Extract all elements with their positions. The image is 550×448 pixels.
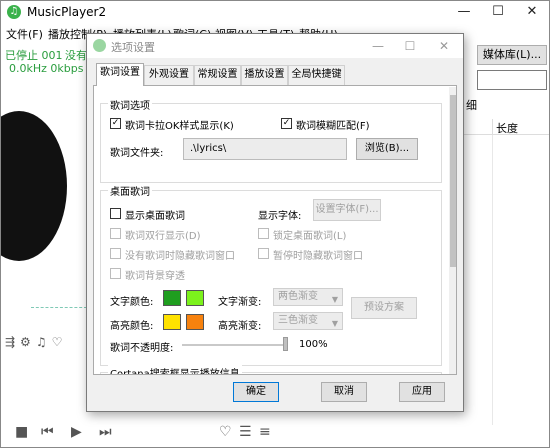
playback-controls: ■ ⏮ ▶ ⏭ ♡ ☰ ≡ <box>1 419 549 447</box>
text-color-2-swatch[interactable] <box>186 290 204 306</box>
play-icon[interactable]: ▶ <box>71 424 82 440</box>
double-line-checkbox[interactable] <box>110 228 121 239</box>
show-desktop-lyrics-checkbox[interactable] <box>110 208 121 219</box>
lyric-options-label: 歌词选项 <box>108 97 152 112</box>
dialog-close-icon[interactable]: ✕ <box>429 35 459 57</box>
list-header-partial: 细 <box>466 99 477 112</box>
maximize-icon[interactable]: ☐ <box>481 1 515 23</box>
opacity-slider-track[interactable] <box>182 344 286 346</box>
text-gradient-select[interactable]: 两色渐变 ▼ <box>273 288 343 306</box>
dialog-maximize-icon[interactable]: ☐ <box>395 35 425 57</box>
album-art <box>1 111 67 261</box>
background-through-label: 歌词背景穿透 <box>125 271 185 282</box>
dialog-title: 选项设置 <box>111 41 155 54</box>
tab-appearance[interactable]: 外观设置 <box>144 65 194 85</box>
playlist[interactable] <box>464 135 549 425</box>
hide-paused-label: 暂停时隐藏歌词窗口 <box>273 251 363 262</box>
previous-icon[interactable]: ⏮ <box>41 424 54 440</box>
set-font-button[interactable]: 设置字体(F)... <box>313 199 381 221</box>
minimize-icon[interactable]: — <box>447 1 481 23</box>
close-icon[interactable]: ✕ <box>515 1 549 23</box>
play-status: 已停止 001 <box>5 49 63 62</box>
text-gradient-label: 文字渐变: <box>218 297 262 308</box>
karaoke-checkbox[interactable]: ✓ <box>110 118 121 129</box>
highlight-gradient-label: 高亮渐变: <box>218 321 262 332</box>
hide-paused-checkbox[interactable] <box>258 248 269 259</box>
stop-icon[interactable]: ■ <box>15 424 28 440</box>
desktop-lyrics-label: 桌面歌词 <box>108 183 152 198</box>
double-line-label: 歌词双行显示(D) <box>125 231 201 242</box>
dialog-app-icon <box>93 39 106 52</box>
lyrics-mode-icon[interactable]: ≡ <box>259 424 271 440</box>
preset-button[interactable]: 预设方案 <box>351 297 417 319</box>
karaoke-label: 歌词卡拉OK样式显示(K) <box>125 121 234 132</box>
next-icon[interactable]: ⏭ <box>99 424 112 440</box>
menu-file[interactable]: 文件(F) <box>6 26 43 42</box>
track-status: 没有 <box>65 49 87 62</box>
apply-button[interactable]: 应用 <box>399 382 445 402</box>
highlight-gradient-select[interactable]: 三色渐变 ▼ <box>273 312 343 330</box>
text-color-1-swatch[interactable] <box>163 290 181 306</box>
opacity-value: 100% <box>299 339 328 350</box>
tab-hotkeys[interactable]: 全局快捷键 <box>288 65 345 85</box>
opacity-slider-thumb[interactable] <box>283 337 288 351</box>
fuzzy-match-label: 歌词模糊匹配(F) <box>296 121 370 132</box>
browse-button[interactable]: 浏览(B)... <box>356 138 418 160</box>
chevron-down-icon: ▼ <box>331 319 338 328</box>
playlist-header: 长度 <box>464 117 549 136</box>
text-color-label: 文字颜色: <box>110 297 154 308</box>
length-column-header[interactable]: 长度 <box>496 120 518 136</box>
cancel-button[interactable]: 取消 <box>321 382 367 402</box>
lyric-folder-input[interactable]: .\lyrics\ <box>183 138 347 160</box>
dialog-minimize-icon[interactable]: — <box>363 35 393 57</box>
opacity-label: 歌词不透明度: <box>110 343 174 354</box>
lock-lyrics-checkbox[interactable] <box>258 228 269 239</box>
fuzzy-match-checkbox[interactable]: ✓ <box>281 118 292 129</box>
tab-scrollbar[interactable] <box>449 87 456 374</box>
tab-general[interactable]: 常规设置 <box>194 65 241 85</box>
options-dialog: 选项设置 — ☐ ✕ 歌词设置 外观设置 常规设置 播放设置 全局快捷键 歌词选… <box>86 33 464 412</box>
highlight-color-label: 高亮颜色: <box>110 321 154 332</box>
background-through-checkbox[interactable] <box>110 268 121 279</box>
show-desktop-lyrics-label: 显示桌面歌词 <box>125 211 185 222</box>
hide-no-lyric-label: 没有歌词时隐藏歌词窗口 <box>125 251 235 262</box>
tab-playback[interactable]: 播放设置 <box>241 65 288 85</box>
playlist-search-input[interactable] <box>477 70 547 90</box>
lyric-folder-label: 歌词文件夹: <box>110 148 164 159</box>
dialog-title-bar: 选项设置 — ☐ ✕ <box>87 34 463 58</box>
player-tool-icons[interactable]: ⇶⚙♫♡ <box>5 335 85 349</box>
hide-no-lyric-checkbox[interactable] <box>110 248 121 259</box>
cortana-label: Cortana搜索框显示播放信息 <box>108 365 242 374</box>
highlight-color-1-swatch[interactable] <box>163 314 181 330</box>
media-library-button[interactable]: 媒体库(L)... <box>477 45 547 65</box>
scrollbar-thumb[interactable] <box>450 95 456 267</box>
lock-lyrics-label: 锁定桌面歌词(L) <box>273 231 347 242</box>
spectrum-line <box>31 307 87 308</box>
playlist-mode-icon[interactable]: ☰ <box>239 424 252 440</box>
chevron-down-icon: ▼ <box>331 295 338 304</box>
tab-lyric-settings[interactable]: 歌词设置 <box>96 63 144 86</box>
favorite-icon[interactable]: ♡ <box>219 424 232 440</box>
app-icon: ♫ <box>7 5 21 19</box>
main-title-bar: ♫ MusicPlayer2 — ☐ ✕ <box>1 1 549 23</box>
ok-button[interactable]: 确定 <box>233 382 279 402</box>
bitrate-info: 0.0kHz 0kbps <box>9 62 84 75</box>
display-font-label: 显示字体: <box>258 211 302 222</box>
highlight-color-2-swatch[interactable] <box>186 314 204 330</box>
app-title: MusicPlayer2 <box>27 5 107 19</box>
tab-content: 歌词选项 ✓ 歌词卡拉OK样式显示(K) ✓ 歌词模糊匹配(F) 歌词文件夹: … <box>93 85 457 375</box>
